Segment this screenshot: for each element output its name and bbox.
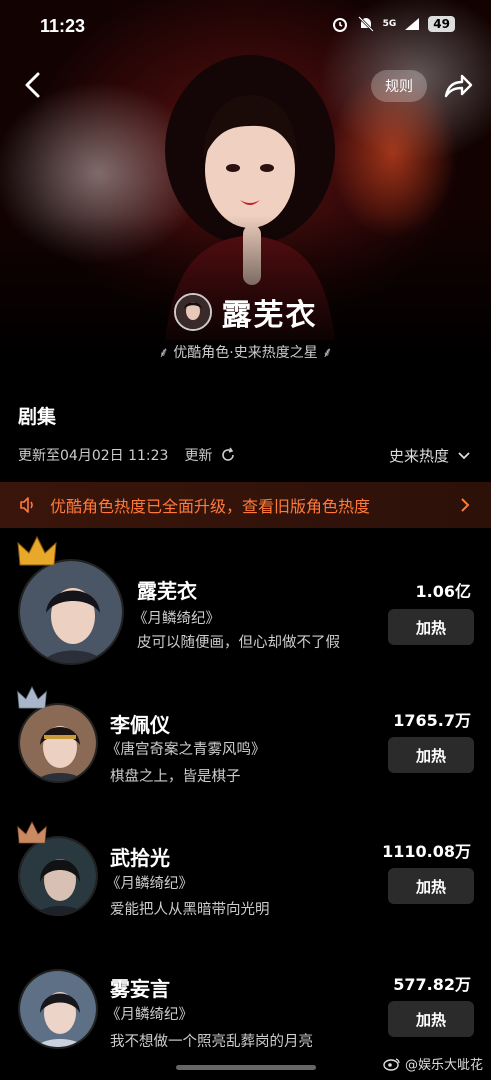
ranking-item[interactable]: 李佩仪 《唐宫奇案之青雾风鸣》 棋盘之上，皆是棋子 1765.7万 加热 <box>0 685 491 815</box>
network-type: 5G <box>382 19 397 29</box>
chevron-right-icon <box>461 498 470 512</box>
mute-icon <box>357 16 374 32</box>
character-quote: 皮可以随便画，但心却做不了假 <box>137 635 340 651</box>
notice-text: 优酷角色热度已全面升级，查看旧版角色热度 <box>50 497 371 516</box>
heat-score: 1.06亿 <box>415 582 471 601</box>
heat-score: 1110.08万 <box>382 842 471 861</box>
drama-title: 《月鳞绮纪》 <box>106 1007 193 1023</box>
avatar <box>18 703 98 783</box>
heat-score: 1765.7万 <box>393 711 471 730</box>
status-bar: 11:23 5G 49 <box>0 0 491 52</box>
speaker-icon <box>20 497 33 513</box>
character-quote: 棋盘之上，皆是棋子 <box>110 769 241 785</box>
character-quote: 我不想做一个照亮乱葬岗的月亮 <box>110 1034 313 1050</box>
gold-crown-icon <box>17 535 57 566</box>
rules-button[interactable]: 规则 <box>371 70 427 102</box>
character-name: 露芜衣 <box>221 298 318 333</box>
chevron-down-icon <box>458 451 470 459</box>
share-icon[interactable] <box>442 70 474 102</box>
character-subtitle: ⸙ 优酷角色·史来热度之星 ⸙ <box>158 345 333 361</box>
boost-button[interactable]: 加热 <box>388 609 474 645</box>
boost-button[interactable]: 加热 <box>388 737 474 773</box>
upgrade-notice-banner[interactable]: 优酷角色热度已全面升级，查看旧版角色热度 <box>0 482 491 528</box>
weibo-logo-icon <box>383 1057 400 1071</box>
refresh-button[interactable]: 更新 <box>184 445 236 465</box>
update-time: 更新至04月02日 11:23 <box>18 448 169 464</box>
bronze-crown-icon <box>17 820 47 844</box>
avatar <box>18 836 98 916</box>
drama-title: 《月鳞绮纪》 <box>133 611 220 627</box>
character-avatar <box>173 293 212 331</box>
alarm-icon <box>332 18 347 32</box>
back-button[interactable] <box>18 68 48 102</box>
heat-score: 577.82万 <box>393 975 471 994</box>
status-time: 11:23 <box>40 16 86 36</box>
character-quote: 爱能把人从黑暗带向光明 <box>110 902 270 918</box>
update-info: 更新至04月02日 11:23 更新 <box>18 445 236 465</box>
sort-dropdown[interactable]: 史来热度 <box>389 445 471 466</box>
ranking-item[interactable]: 露芜衣 《月鳞绮纪》 皮可以随便画，但心却做不了假 1.06亿 加热 <box>0 535 491 665</box>
watermark: @娱乐大呲花 <box>383 1054 483 1073</box>
character-header: 露芜衣 <box>0 290 491 334</box>
character-name: 李佩仪 <box>110 713 170 737</box>
drama-title: 《唐宫奇案之青雾风鸣》 <box>106 742 266 758</box>
ranking-item[interactable]: 武拾光 《月鳞绮纪》 爱能把人从黑暗带向光明 1110.08万 加热 <box>0 820 491 950</box>
boost-button[interactable]: 加热 <box>388 868 474 904</box>
character-name: 武拾光 <box>110 846 170 870</box>
signal-icon <box>405 18 420 30</box>
drama-title: 《月鳞绮纪》 <box>106 876 193 892</box>
laurel-right-icon: ⸙ <box>317 345 333 361</box>
battery-level: 49 <box>428 16 455 32</box>
boost-button[interactable]: 加热 <box>388 1001 474 1037</box>
character-name: 露芜衣 <box>137 579 197 603</box>
character-name: 雾妄言 <box>110 977 170 1001</box>
status-icons: 5G 49 <box>331 15 455 33</box>
silver-crown-icon <box>17 685 47 709</box>
section-title: 剧集 <box>18 406 57 428</box>
avatar <box>18 559 124 665</box>
avatar <box>18 969 98 1049</box>
refresh-icon <box>222 447 235 461</box>
home-indicator[interactable] <box>176 1065 316 1070</box>
laurel-left-icon: ⸙ <box>158 345 174 361</box>
